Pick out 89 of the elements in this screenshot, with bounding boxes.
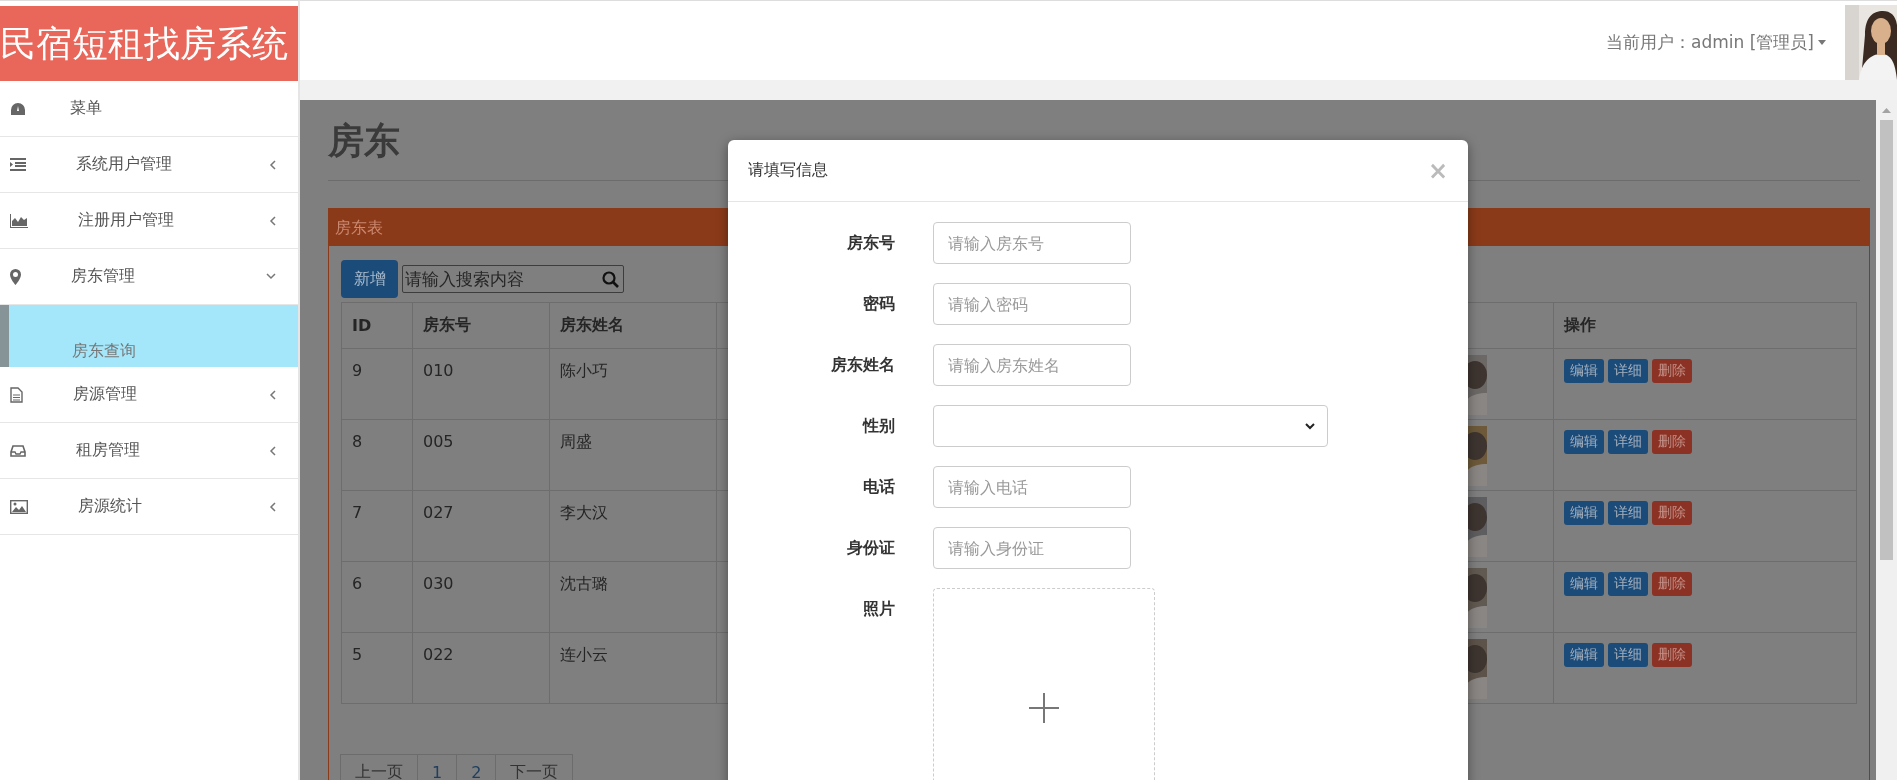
sidebar-item[interactable]: 房源管理 bbox=[0, 367, 298, 423]
field-label: 电话 bbox=[862, 476, 895, 498]
upload-area[interactable] bbox=[933, 588, 1155, 780]
pagination-button[interactable]: 1 bbox=[417, 754, 458, 780]
detail-button[interactable]: 详细 bbox=[1608, 572, 1648, 596]
sidebar-label: 租房管理 bbox=[76, 440, 141, 461]
field-label: 密码 bbox=[862, 293, 895, 315]
sidebar-label: 房源统计 bbox=[78, 496, 143, 517]
sidebar-subitem[interactable]: 房东查询 bbox=[0, 305, 298, 367]
document-icon bbox=[10, 386, 23, 403]
dashboard-icon bbox=[10, 101, 26, 116]
map-pin-icon bbox=[10, 268, 21, 285]
table-cell: 7 bbox=[341, 490, 413, 562]
sidebar-item[interactable]: 系统用户管理 bbox=[0, 137, 298, 193]
sidebar-label: 系统用户管理 bbox=[76, 154, 173, 175]
page-title: 房东 bbox=[328, 119, 401, 163]
area-chart-icon bbox=[10, 213, 28, 228]
table-cell: 9 bbox=[341, 348, 413, 420]
select-field[interactable] bbox=[933, 405, 1328, 447]
chevron-left-icon bbox=[269, 501, 276, 512]
edit-button[interactable]: 编辑 bbox=[1564, 643, 1604, 667]
table-cell: 022 bbox=[412, 632, 550, 704]
table-cell: 李大汉 bbox=[549, 490, 717, 562]
delete-button[interactable]: 删除 bbox=[1652, 501, 1692, 525]
app-logo: 民宿短租找房系统 bbox=[0, 6, 298, 81]
column-header: 房东姓名 bbox=[549, 302, 717, 349]
sidebar-label: 注册用户管理 bbox=[78, 210, 175, 231]
chevron-left-icon bbox=[269, 159, 276, 170]
detail-button[interactable]: 详细 bbox=[1608, 501, 1648, 525]
column-header: 房东号 bbox=[412, 302, 550, 349]
delete-button[interactable]: 删除 bbox=[1652, 643, 1692, 667]
edit-button[interactable]: 编辑 bbox=[1564, 572, 1604, 596]
field-label: 身份证 bbox=[846, 537, 895, 559]
add-button[interactable]: 新增 bbox=[341, 260, 398, 298]
field-label: 照片 bbox=[862, 598, 895, 620]
chevron-down-icon bbox=[1305, 422, 1315, 430]
input-field[interactable]: 请输入电话 bbox=[933, 466, 1131, 508]
delete-button[interactable]: 删除 bbox=[1652, 572, 1692, 596]
sidebar-item[interactable]: 注册用户管理 bbox=[0, 193, 298, 249]
chevron-down-icon bbox=[266, 273, 276, 280]
scrollbar[interactable] bbox=[1876, 100, 1897, 780]
table-cell: 周盛 bbox=[549, 419, 717, 491]
chevron-left-icon bbox=[269, 445, 276, 456]
table-cell: 8 bbox=[341, 419, 413, 491]
caret-icon bbox=[1818, 40, 1826, 45]
pagination-button[interactable]: 2 bbox=[456, 754, 497, 780]
chevron-left-icon bbox=[269, 389, 276, 400]
sidebar-item[interactable]: 房源统计 bbox=[0, 479, 298, 535]
edit-button[interactable]: 编辑 bbox=[1564, 501, 1604, 525]
field-label: 性别 bbox=[861, 415, 895, 437]
delete-button[interactable]: 删除 bbox=[1652, 430, 1692, 454]
pagination-button[interactable]: 上一页 bbox=[340, 754, 418, 780]
sidebar-label: 房源管理 bbox=[73, 384, 138, 405]
table-cell: 005 bbox=[412, 419, 550, 491]
plus-icon bbox=[1029, 693, 1059, 723]
detail-button[interactable]: 详细 bbox=[1608, 643, 1648, 667]
list-icon bbox=[10, 158, 26, 171]
modal-title: 请填写信息 bbox=[748, 160, 828, 181]
chevron-left-icon bbox=[269, 215, 276, 226]
image-icon bbox=[10, 499, 28, 514]
detail-button[interactable]: 详细 bbox=[1608, 430, 1648, 454]
input-field[interactable]: 请输入身份证 bbox=[933, 527, 1131, 569]
sidebar-label: 房东管理 bbox=[71, 266, 136, 287]
table-cell: 连小云 bbox=[549, 632, 717, 704]
delete-button[interactable]: 删除 bbox=[1652, 359, 1692, 383]
pagination-button[interactable]: 下一页 bbox=[495, 754, 574, 780]
table-cell: 沈古璐 bbox=[549, 561, 717, 633]
table-cell: 5 bbox=[341, 632, 413, 704]
sidebar-item[interactable]: 租房管理 bbox=[0, 423, 298, 479]
table-cell: 6 bbox=[341, 561, 413, 633]
input-field[interactable]: 请输入房东姓名 bbox=[933, 344, 1131, 386]
table-cell: 027 bbox=[412, 490, 550, 562]
inbox-icon bbox=[10, 444, 26, 457]
input-field[interactable]: 请输入房东号 bbox=[933, 222, 1131, 264]
edit-button[interactable]: 编辑 bbox=[1564, 430, 1604, 454]
search-icon bbox=[602, 270, 619, 288]
detail-button[interactable]: 详细 bbox=[1608, 359, 1648, 383]
table-cell: 030 bbox=[412, 561, 550, 633]
input-field[interactable]: 请输入密码 bbox=[933, 283, 1131, 325]
sidebar-item[interactable]: 菜单 bbox=[0, 81, 298, 137]
table-cell: 陈小巧 bbox=[549, 348, 717, 420]
search-field[interactable]: 请输入搜索内容 bbox=[402, 265, 624, 293]
field-label: 房东姓名 bbox=[830, 354, 895, 376]
edit-button[interactable]: 编辑 bbox=[1564, 359, 1604, 383]
table-cell: 010 bbox=[412, 348, 550, 420]
current-user-menu[interactable]: 当前用户：admin [管理员] bbox=[1606, 31, 1814, 54]
sidebar-label: 菜单 bbox=[70, 98, 103, 119]
column-header: ID bbox=[341, 302, 413, 349]
column-header: 操作 bbox=[1553, 302, 1857, 349]
